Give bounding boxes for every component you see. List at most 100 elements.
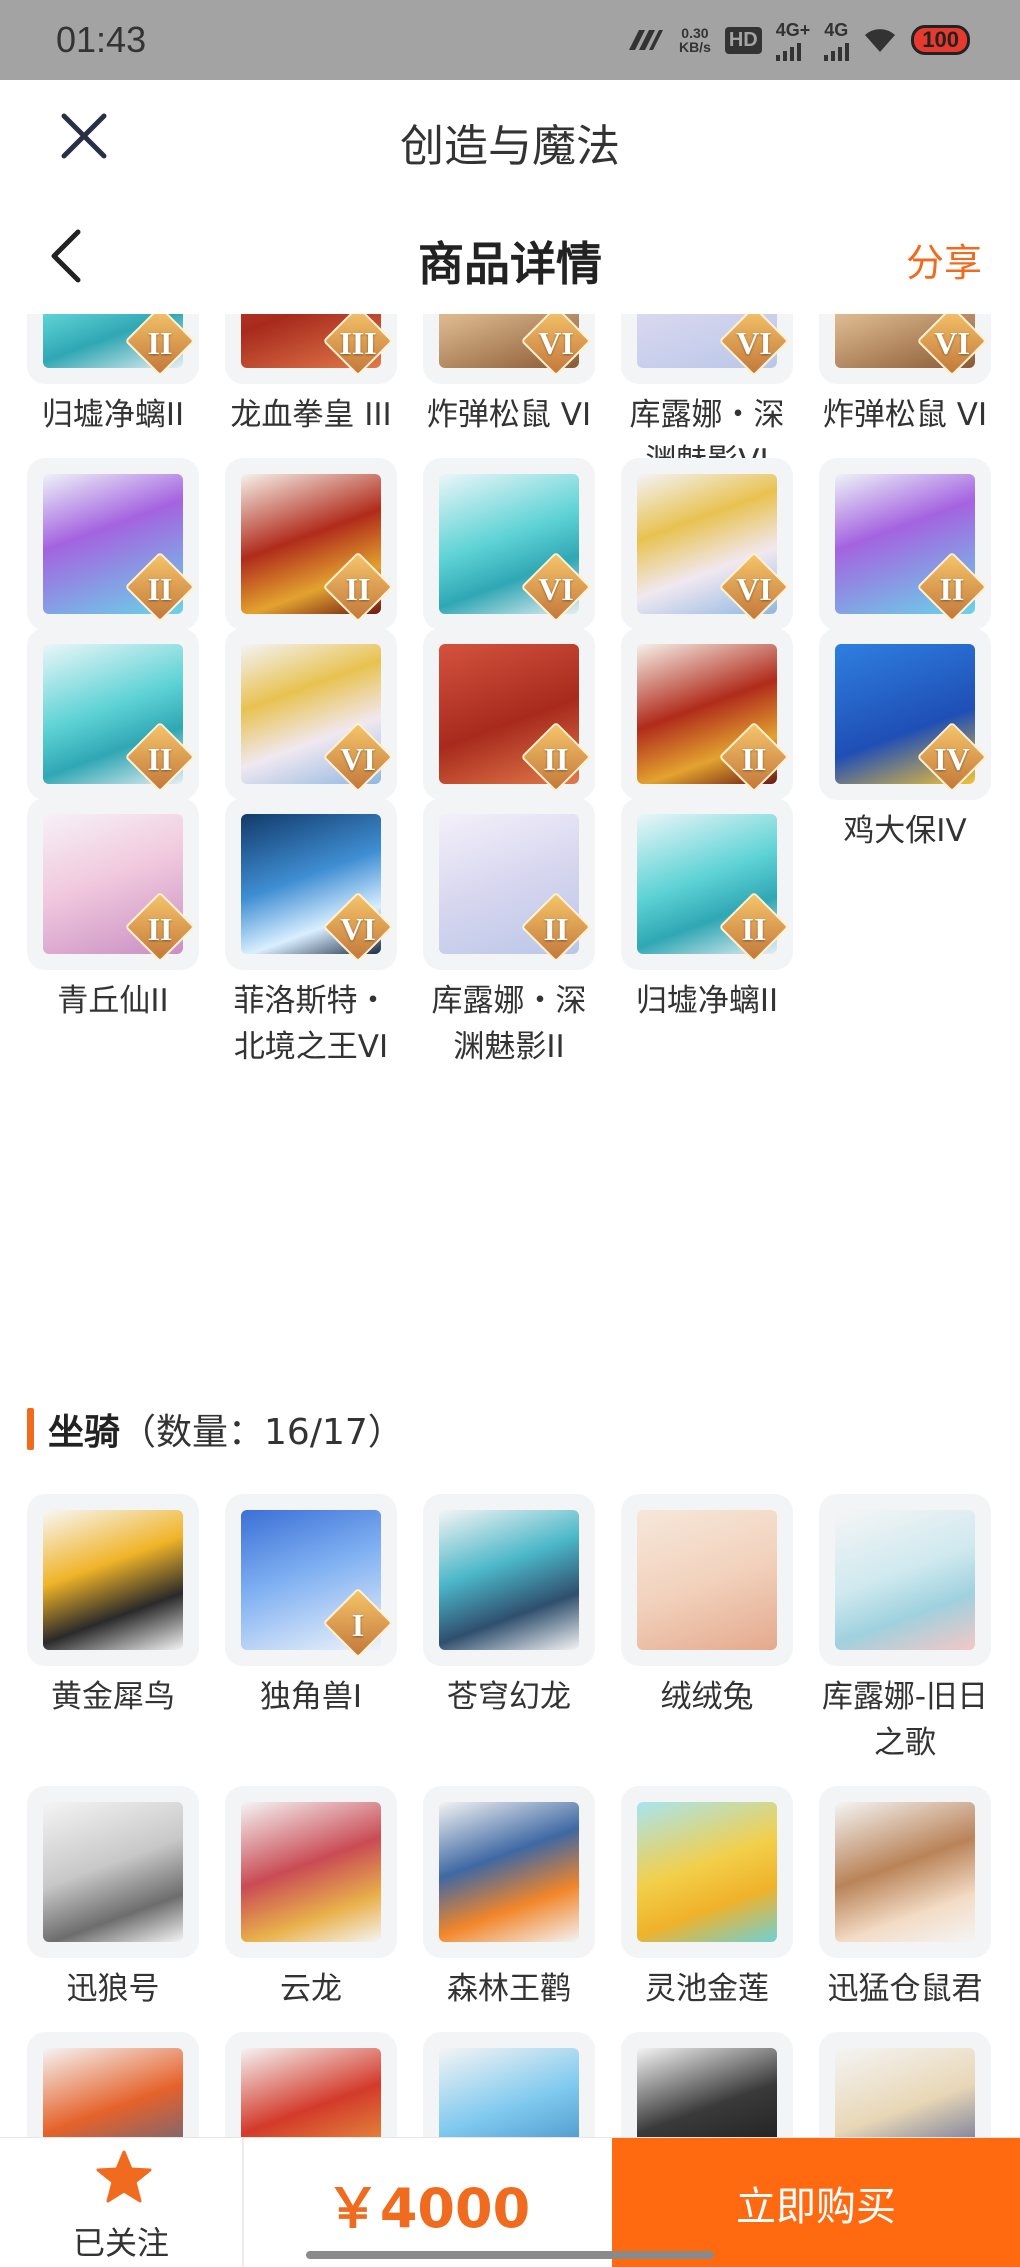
- item-card[interactable]: VI 炸弹松鼠 VI: [819, 314, 991, 438]
- item-thumbnail: VI: [423, 314, 595, 384]
- buy-now-button[interactable]: 立即购买: [612, 2138, 1020, 2267]
- item-art: [637, 1510, 777, 1650]
- item-card[interactable]: 黄金犀鸟: [27, 1494, 199, 1720]
- wifi-icon: [865, 29, 896, 52]
- item-card[interactable]: III 龙血拳皇 III: [225, 314, 397, 438]
- item-card[interactable]: I 独角兽I: [225, 1494, 397, 1720]
- item-art: [241, 1802, 381, 1942]
- item-label: 库露娜-旧日之歌: [821, 1679, 989, 1761]
- item-card[interactable]: 云龙: [225, 1786, 397, 2012]
- grade-badge-text: II: [543, 911, 569, 947]
- grade-badge-text: VI: [340, 911, 376, 947]
- grade-badge-text: II: [741, 741, 767, 777]
- grade-badge-text: II: [147, 325, 173, 361]
- item-art: [43, 1802, 183, 1942]
- item-art: [439, 2048, 579, 2138]
- item-thumbnail: [423, 2032, 595, 2138]
- item-thumbnail: II: [27, 628, 199, 800]
- item-label: 龙血拳皇 III: [230, 397, 392, 433]
- item-thumbnail: II: [423, 798, 595, 970]
- item-thumbnail: [27, 1494, 199, 1666]
- item-card[interactable]: VI 菲洛斯特・北境之王VI: [225, 798, 397, 1070]
- item-thumbnail: [819, 1786, 991, 1958]
- item-label: 青丘仙II: [57, 983, 169, 1019]
- item-card[interactable]: 迅狼号: [27, 1786, 199, 2012]
- home-indicator[interactable]: [306, 2251, 714, 2259]
- item-card[interactable]: [225, 2032, 397, 2138]
- item-thumbnail: VI: [819, 314, 991, 384]
- grade-badge-text: IV: [934, 741, 970, 777]
- item-thumbnail: [621, 1786, 793, 1958]
- item-card[interactable]: [621, 2032, 793, 2138]
- item-thumbnail: II: [423, 628, 595, 800]
- item-thumbnail: II: [27, 314, 199, 384]
- content-area[interactable]: II归墟净螭IIIII龙血拳皇 IIIVI炸弹松鼠 VIVI库露娜・深渊魅影VI…: [0, 314, 1020, 2138]
- item-art: [637, 2048, 777, 2138]
- app-header: 创造与魔法: [0, 80, 1020, 198]
- signal-4g-icon: 4G: [824, 20, 850, 61]
- item-card[interactable]: II 归墟净螭II: [621, 798, 793, 1024]
- grade-badge-text: II: [939, 571, 965, 607]
- item-card[interactable]: 库露娜-旧日之歌: [819, 1494, 991, 1766]
- item-label: 库露娜・深渊魅影II: [431, 983, 587, 1065]
- item-thumbnail: [225, 2032, 397, 2138]
- item-card[interactable]: 迅猛仓鼠君: [819, 1786, 991, 2012]
- status-bar: 01:43 0.30 KB/s HD 4G+ 4G 100: [0, 0, 1020, 80]
- follow-button[interactable]: 已关注: [0, 2138, 244, 2267]
- grade-badge-text: II: [147, 571, 173, 607]
- app-title: 创造与魔法: [400, 121, 620, 172]
- item-thumbnail: VI: [225, 798, 397, 970]
- item-card[interactable]: II 青丘仙II: [27, 798, 199, 1024]
- item-label: 黄金犀鸟: [51, 1679, 175, 1715]
- grade-badge-text: I: [351, 1607, 365, 1643]
- grade-badge-text: VI: [934, 325, 970, 361]
- item-art: [637, 1802, 777, 1942]
- item-label: 迅猛仓鼠君: [827, 1971, 983, 2007]
- item-art: [439, 1802, 579, 1942]
- item-thumbnail: [621, 2032, 793, 2138]
- item-card[interactable]: 苍穹幻龙: [423, 1494, 595, 1720]
- grade-badge-text: VI: [538, 325, 574, 361]
- net-speed: 0.30 KB/s: [678, 25, 711, 55]
- grade-badge-text: II: [741, 911, 767, 947]
- item-card[interactable]: II 归墟净螭II: [27, 314, 199, 438]
- item-label: 归墟净螭II: [41, 397, 185, 433]
- item-label: 苍穹幻龙: [447, 1679, 571, 1715]
- item-thumbnail: III: [225, 314, 397, 384]
- status-time: 01:43: [56, 19, 147, 60]
- item-label: 灵池金莲: [645, 1971, 769, 2007]
- item-art: [241, 2048, 381, 2138]
- share-button[interactable]: 分享: [906, 232, 982, 287]
- item-thumbnail: [225, 1786, 397, 1958]
- star-icon: [96, 2150, 152, 2203]
- item-thumbnail: II: [621, 628, 793, 800]
- item-label: 菲洛斯特・北境之王VI: [233, 983, 389, 1065]
- bottom-bar: 已关注 ￥4000 立即购买: [0, 2137, 1020, 2267]
- item-card[interactable]: [423, 2032, 595, 2138]
- item-label: 绒绒兔: [660, 1679, 754, 1715]
- price: ￥4000: [325, 2176, 531, 2240]
- item-card[interactable]: [819, 2032, 991, 2138]
- item-card[interactable]: II 库露娜・深渊魅影II: [423, 798, 595, 1070]
- battery-icon: 100: [911, 25, 970, 55]
- item-art: [43, 1510, 183, 1650]
- item-label: 炸弹松鼠 VI: [426, 397, 592, 433]
- section-name: 坐骑: [48, 1412, 121, 1453]
- grade-badge-text: II: [345, 571, 371, 607]
- status-icons: 0.30 KB/s HD 4G+ 4G 100: [625, 20, 970, 61]
- item-card[interactable]: 灵池金莲: [621, 1786, 793, 2012]
- item-thumbnail: I: [225, 1494, 397, 1666]
- item-card[interactable]: [27, 2032, 199, 2138]
- item-thumbnail: IV: [819, 628, 991, 800]
- item-label: 迅狼号: [66, 1971, 160, 2007]
- item-card[interactable]: VI 炸弹松鼠 VI: [423, 314, 595, 438]
- item-label: 独角兽I: [259, 1679, 363, 1715]
- page-title: 商品详情: [418, 237, 602, 291]
- item-thumbnail: II: [27, 458, 199, 630]
- item-thumbnail: [423, 1494, 595, 1666]
- item-thumbnail: [27, 2032, 199, 2138]
- item-card[interactable]: 森林王鹳: [423, 1786, 595, 2012]
- item-card[interactable]: IV 鸡大保IV: [819, 628, 991, 854]
- grade-badge-text: III: [339, 325, 377, 361]
- item-card[interactable]: 绒绒兔: [621, 1494, 793, 1720]
